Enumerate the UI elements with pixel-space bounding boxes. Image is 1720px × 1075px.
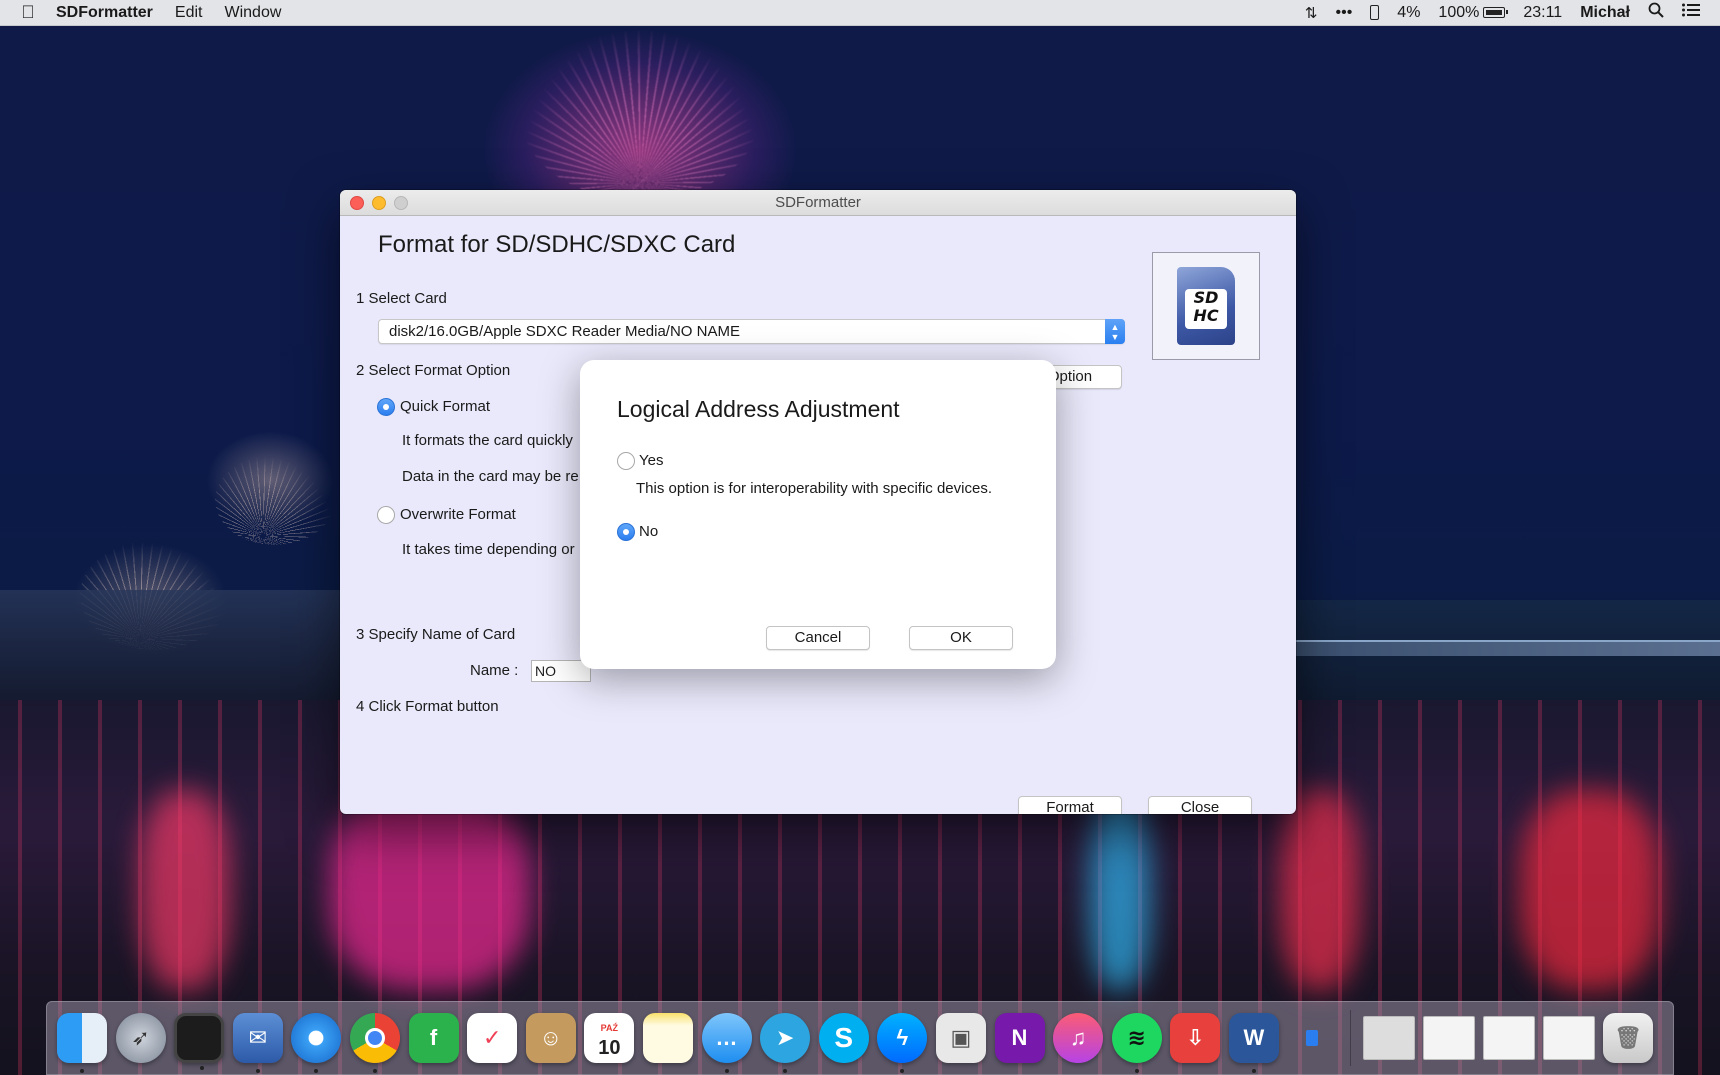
ok-button[interactable]: OK — [909, 626, 1013, 650]
yes-radio[interactable] — [617, 452, 635, 470]
name-label: Name : — [470, 662, 519, 679]
menu-edit[interactable]: Edit — [175, 4, 203, 22]
launchpad-icon[interactable]: ➶ — [115, 1013, 166, 1063]
battery-icon — [1483, 6, 1509, 18]
hc-logo-text: HC — [1193, 306, 1219, 325]
recent-document-icon[interactable] — [1423, 1016, 1476, 1060]
title-bar[interactable]: SDFormatter — [340, 190, 1296, 216]
dock-separator — [1350, 1010, 1352, 1066]
light-reflection — [1520, 790, 1660, 990]
battery-text: 100% — [1438, 3, 1480, 21]
more-status-icon[interactable]: ••• — [1335, 4, 1352, 22]
format-button[interactable]: Format — [1018, 796, 1122, 814]
step1-label: 1 Select Card — [356, 290, 447, 307]
messenger-icon[interactable]: ϟ — [877, 1013, 928, 1073]
no-label[interactable]: No — [639, 523, 658, 540]
sd-logo-text: SD — [1193, 288, 1219, 307]
bridge — [1296, 640, 1720, 656]
overwrite-format-label[interactable]: Overwrite Format — [400, 506, 516, 523]
sd-card-image-frame: SD HC — [1152, 252, 1260, 360]
apple-menu-icon[interactable]:  — [0, 2, 56, 23]
spotify-icon[interactable]: ≋ — [1111, 1013, 1162, 1073]
overwrite-format-description: It takes time depending or — [402, 541, 575, 558]
pocket-icon[interactable]: ✓ — [467, 1013, 518, 1063]
step3-label: 3 Specify Name of Card — [356, 626, 516, 643]
no-radio[interactable] — [617, 523, 635, 541]
light-reflection — [1090, 790, 1150, 990]
chevron-up-down-icon: ▲ ▼ — [1105, 319, 1125, 344]
overwrite-format-radio[interactable] — [377, 506, 395, 524]
step2-label: 2 Select Format Option — [356, 362, 511, 379]
battery-status[interactable]: 100% — [1438, 3, 1509, 22]
sdformatter-dock-icon[interactable] — [1287, 1013, 1337, 1063]
onenote-icon[interactable]: N — [994, 1013, 1045, 1063]
preview-icon[interactable]: ▣ — [935, 1013, 986, 1063]
recent-document-icon[interactable] — [1543, 1016, 1596, 1060]
itunes-icon[interactable]: ♫ — [1053, 1013, 1104, 1063]
sdhc-logo: SD HC — [1185, 289, 1227, 329]
card-select-value: disk2/16.0GB/Apple SDXC Reader Media/NO … — [389, 323, 740, 340]
close-window-button[interactable] — [350, 196, 364, 210]
messages-icon[interactable]: … — [701, 1013, 752, 1073]
page-title: Format for SD/SDHC/SDXC Card — [378, 231, 736, 258]
mail-icon[interactable]: ✉ — [232, 1013, 283, 1073]
firework-decoration-small — [215, 455, 335, 545]
chrome-icon[interactable] — [349, 1013, 400, 1073]
word-icon[interactable]: W — [1228, 1013, 1279, 1073]
spotlight-search-icon[interactable] — [1648, 2, 1664, 23]
logical-address-dialog: Logical Address Adjustment Yes This opti… — [580, 360, 1056, 669]
cancel-button[interactable]: Cancel — [766, 626, 870, 650]
trash-icon[interactable]: 🗑 — [1603, 1013, 1654, 1063]
close-button[interactable]: Close — [1148, 796, 1252, 814]
minimize-window-button[interactable] — [372, 196, 386, 210]
yes-label[interactable]: Yes — [639, 452, 663, 469]
menu-window[interactable]: Window — [224, 4, 281, 22]
quick-format-label[interactable]: Quick Format — [400, 398, 490, 415]
phone-battery-icon — [1370, 5, 1380, 20]
card-select[interactable]: disk2/16.0GB/Apple SDXC Reader Media/NO … — [378, 319, 1125, 344]
light-reflection — [330, 790, 530, 990]
notes-icon[interactable] — [642, 1013, 693, 1063]
telegram-icon[interactable]: ➤ — [760, 1013, 811, 1073]
quick-format-radio[interactable] — [377, 398, 395, 416]
user-name[interactable]: Michał — [1580, 4, 1630, 22]
photo-browser-icon[interactable] — [174, 1013, 225, 1070]
menu-bar:  SDFormatter Edit Window ⇅ ••• 4% 100% … — [0, 0, 1720, 26]
clock[interactable]: 23:11 — [1523, 4, 1562, 22]
city-skyline-left — [0, 590, 340, 710]
finder-icon[interactable] — [57, 1013, 107, 1073]
downloads-folder-icon[interactable] — [1363, 1016, 1416, 1060]
skype-icon[interactable]: S — [818, 1013, 869, 1063]
dock: ➶ ✉ f ✓ ☺ PAŹ 10 … ➤ S ϟ ▣ N ♫ ≋ ⇩ W 🗑 — [46, 1001, 1674, 1075]
calendar-icon[interactable]: PAŹ 10 — [584, 1013, 635, 1063]
dropbox-sync-icon[interactable]: ⇅ — [1305, 4, 1318, 22]
light-reflection — [140, 790, 230, 990]
calendar-month: PAŹ — [600, 1023, 619, 1033]
phone-battery-text: 4% — [1397, 3, 1421, 21]
window-title: SDFormatter — [775, 194, 861, 211]
sdhc-card-icon: SD HC — [1177, 267, 1235, 345]
notification-center-icon[interactable] — [1682, 3, 1700, 22]
dialog-title: Logical Address Adjustment — [617, 396, 900, 422]
quick-format-warning: Data in the card may be re — [402, 468, 579, 485]
calendar-day: 10 — [598, 1037, 621, 1059]
menu-app-name[interactable]: SDFormatter — [56, 4, 153, 22]
firework-decoration — [520, 30, 760, 200]
recent-document-icon[interactable] — [1483, 1016, 1536, 1060]
yes-description: This option is for interoperability with… — [636, 480, 992, 497]
contacts-icon[interactable]: ☺ — [525, 1013, 576, 1063]
zoom-window-button[interactable] — [394, 196, 408, 210]
safari-icon[interactable] — [291, 1013, 342, 1073]
downloader-icon[interactable]: ⇩ — [1170, 1013, 1221, 1063]
light-reflection — [1280, 790, 1360, 990]
quick-format-description: It formats the card quickly — [402, 432, 573, 449]
feedly-icon[interactable]: f — [408, 1013, 459, 1063]
step4-label: 4 Click Format button — [356, 698, 499, 715]
